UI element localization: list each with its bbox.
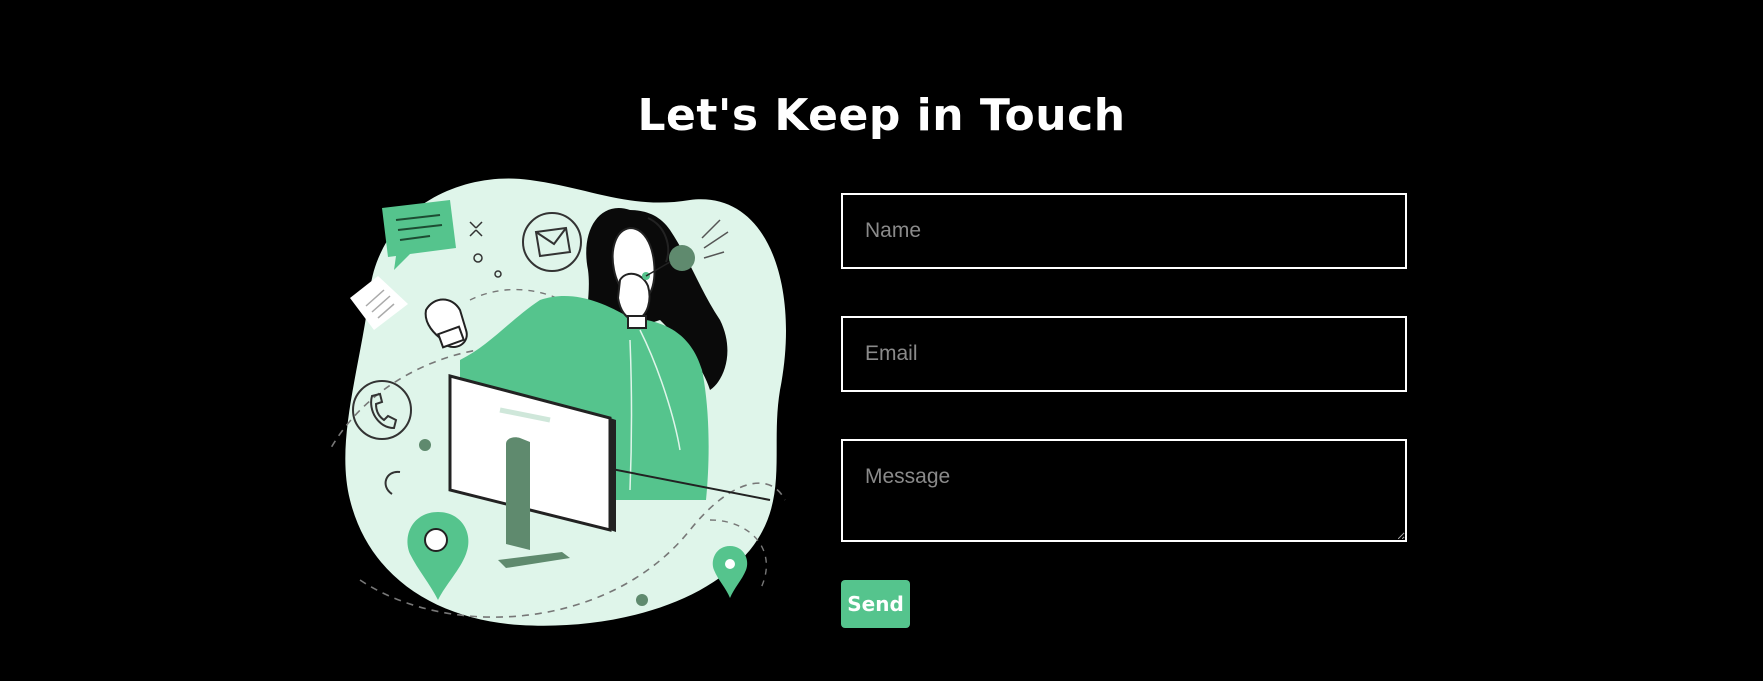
location-pin-icon <box>712 546 748 598</box>
send-button[interactable]: Send <box>841 580 910 628</box>
email-field[interactable] <box>841 316 1407 392</box>
name-field[interactable] <box>841 193 1407 269</box>
support-illustration <box>330 178 786 626</box>
contact-form: Send <box>841 193 1407 628</box>
message-field[interactable] <box>841 439 1407 542</box>
page-title: Let's Keep in Touch <box>637 90 1126 141</box>
